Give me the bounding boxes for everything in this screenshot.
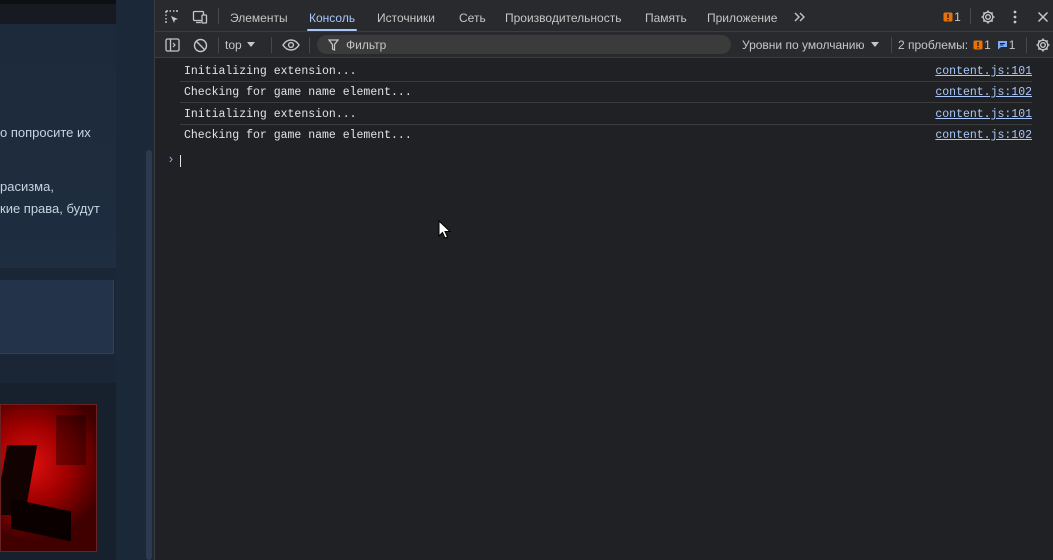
warning-icon: [943, 12, 953, 22]
filter-input[interactable]: Фильтр: [317, 35, 731, 54]
console-message-text: Initializing extension...: [184, 108, 357, 121]
webpage-box: [0, 280, 114, 354]
mouse-cursor-icon: [438, 220, 452, 239]
webpage-content-panel: о попросите их расизма, кие права, будут: [0, 24, 116, 268]
console-message: Initializing extension... content.js:101: [180, 104, 1032, 125]
warning-count: 1: [984, 38, 991, 52]
console-message: Checking for game name element... conten…: [180, 125, 1032, 146]
settings-icon[interactable]: [979, 8, 997, 26]
issues-button[interactable]: 2 проблемы: 1 1: [898, 36, 1015, 54]
separator: [309, 37, 310, 53]
tab-console[interactable]: Консоль: [306, 0, 358, 32]
source-link[interactable]: content.js:101: [935, 108, 1032, 121]
webpage-header: [0, 0, 116, 24]
console-prompt-icon: ›: [167, 152, 175, 167]
separator: [970, 8, 971, 24]
chevron-down-icon: [246, 42, 255, 47]
separator: [218, 37, 219, 53]
log-levels-dropdown[interactable]: Уровни по умолчанию: [742, 36, 879, 54]
console-message: Initializing extension... content.js:101: [180, 61, 1032, 82]
screen: о попросите их расизма, кие права, будут…: [0, 0, 1053, 560]
webpage-text-line: кие права, будут: [0, 201, 100, 216]
eye-icon[interactable]: [281, 36, 301, 54]
devtools-panel: Элементы Консоль Источники Сеть Производ…: [155, 0, 1053, 560]
sidebar-icon[interactable]: [163, 36, 181, 54]
tab-sources[interactable]: Источники: [377, 0, 435, 32]
info-message-icon: [997, 41, 1007, 50]
console-settings-icon[interactable]: [1034, 36, 1052, 54]
source-link[interactable]: content.js:102: [935, 86, 1032, 99]
webpage-text-line: о попросите их: [0, 125, 91, 140]
kebab-menu-icon[interactable]: [1008, 8, 1022, 26]
issues-badge[interactable]: 1: [941, 9, 963, 25]
tab-application[interactable]: Приложение: [707, 0, 777, 32]
console-message-text: Checking for game name element...: [184, 129, 412, 142]
tab-performance[interactable]: Производительность: [505, 0, 621, 32]
source-link[interactable]: content.js:102: [935, 129, 1032, 142]
chevron-down-icon: [870, 42, 879, 47]
source-link[interactable]: content.js:101: [935, 65, 1032, 78]
game-thumbnail-image[interactable]: [0, 404, 97, 552]
filter-placeholder: Фильтр: [346, 38, 387, 52]
console-message: Checking for game name element... conten…: [180, 82, 1032, 103]
log-levels-label: Уровни по умолчанию: [742, 38, 865, 52]
console-input[interactable]: [180, 155, 181, 167]
filter-icon: [327, 38, 339, 51]
info-count: 1: [1008, 38, 1016, 52]
console-message-text: Initializing extension...: [184, 65, 357, 78]
close-icon[interactable]: [1034, 8, 1052, 26]
warning-icon: [973, 40, 983, 50]
tab-network[interactable]: Сеть: [459, 0, 486, 32]
context-selector[interactable]: top: [225, 36, 255, 54]
webpage-panel: [0, 268, 116, 383]
console-toolbar: top Фильтр Уровни по умолчанию 2 проблем…: [155, 32, 1053, 58]
context-label: top: [225, 38, 242, 52]
webpage-scrollbar[interactable]: [146, 150, 152, 560]
tab-memory[interactable]: Память: [645, 0, 687, 32]
devtools-tabbar: Элементы Консоль Источники Сеть Производ…: [155, 0, 1053, 32]
webpage: о попросите их расизма, кие права, будут: [0, 0, 155, 560]
separator: [1026, 37, 1027, 53]
inspect-icon[interactable]: [163, 8, 181, 26]
issues-count: 1: [954, 10, 961, 24]
separator: [218, 8, 219, 24]
tab-elements[interactable]: Элементы: [230, 0, 288, 32]
more-tabs-icon[interactable]: [791, 8, 809, 26]
console-output: Initializing extension... content.js:101…: [155, 59, 1053, 560]
separator: [271, 37, 272, 53]
clear-console-icon[interactable]: [191, 36, 209, 54]
separator: [891, 37, 892, 53]
problems-label: 2 проблемы:: [898, 38, 969, 52]
webpage-text-line: расизма,: [0, 179, 54, 194]
device-toolbar-icon[interactable]: [191, 8, 209, 26]
console-message-text: Checking for game name element...: [184, 86, 412, 99]
